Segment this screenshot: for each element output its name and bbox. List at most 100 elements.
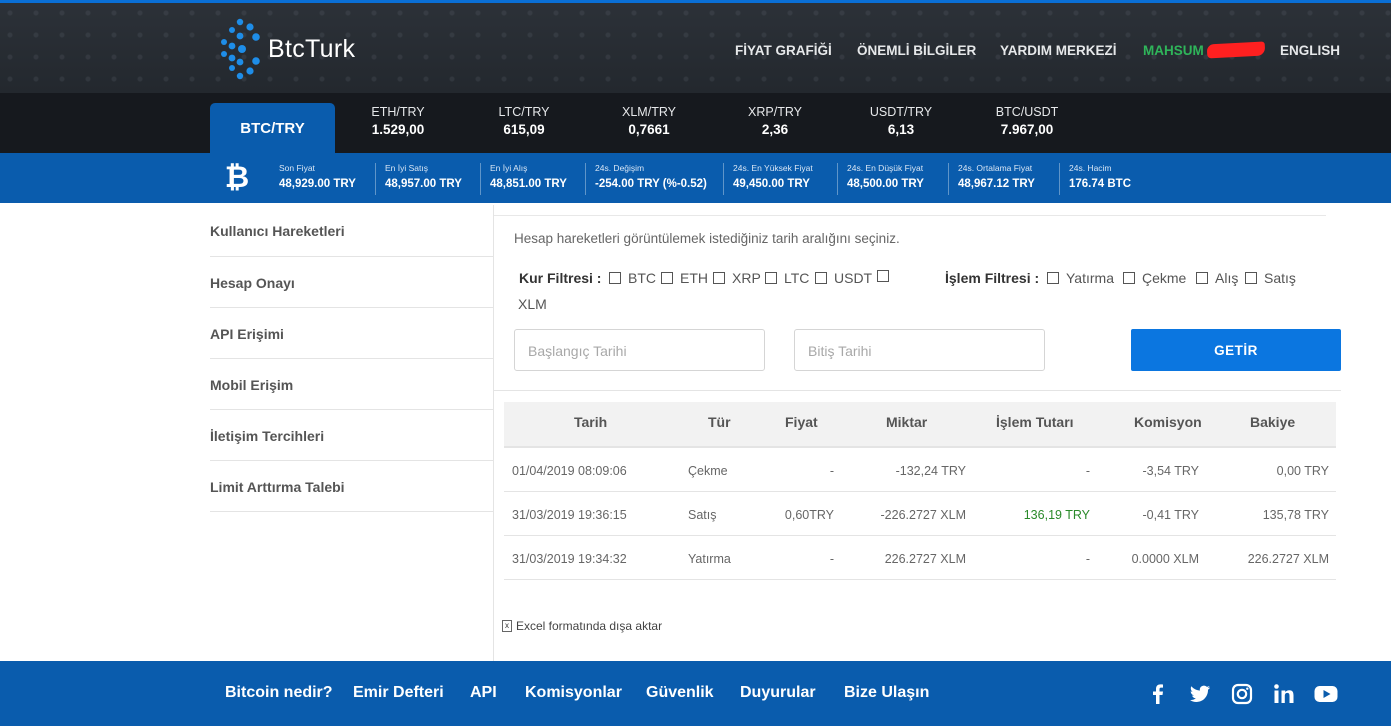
tx-checkbox-sell[interactable]: Satış <box>1245 270 1296 286</box>
divider <box>494 215 1326 216</box>
checkbox[interactable] <box>661 272 673 284</box>
pair-tab[interactable]: XLM/TRY 0,7661 <box>594 105 704 137</box>
fetch-button[interactable]: GETİR <box>1131 329 1341 371</box>
pair-tab[interactable]: LTC/TRY 615,09 <box>469 105 579 137</box>
stat-value: 176.74 BTC <box>1069 178 1132 190</box>
filter-intro-text: Hesap hareketleri görüntülemek istediğin… <box>514 231 900 246</box>
stat-24h-volume: 24s. Hacim 176.74 BTC <box>1059 163 1131 195</box>
footer-link-announcements[interactable]: Duyurular <box>740 684 816 702</box>
start-date-input[interactable]: Başlangıç Tarihi <box>514 329 765 371</box>
twitter-icon[interactable] <box>1187 681 1213 707</box>
currency-checkbox-ltc[interactable]: LTC <box>765 270 809 286</box>
btcturk-logo-icon <box>221 18 260 80</box>
cell-fee: -0,41 TRY <box>1142 508 1199 522</box>
cell-type: Çekme <box>688 464 728 478</box>
nav-user-name[interactable]: MAHSUM <box>1143 43 1204 58</box>
youtube-icon[interactable] <box>1313 681 1339 707</box>
checkbox[interactable] <box>877 270 889 282</box>
footer-link-api[interactable]: API <box>470 684 497 702</box>
checkbox[interactable] <box>1047 272 1059 284</box>
pair-name: XLM/TRY <box>622 105 676 119</box>
checkbox-label: XLM <box>518 296 547 312</box>
stat-value: 48,967.12 TRY <box>958 178 1035 190</box>
checkbox[interactable] <box>1196 272 1208 284</box>
checkbox[interactable] <box>765 272 777 284</box>
sidebar-divider <box>493 205 494 661</box>
end-date-input[interactable]: Bitiş Tarihi <box>794 329 1045 371</box>
account-sidebar: Kullanıcı Hareketleri Hesap Onayı API Er… <box>210 205 493 512</box>
nav-price-chart[interactable]: FİYAT GRAFİĞİ <box>735 43 832 58</box>
pair-tab[interactable]: BTC/USDT 7.967,00 <box>972 105 1082 137</box>
instagram-icon[interactable] <box>1229 681 1255 707</box>
excel-export-link[interactable]: x Excel formatında dışa aktar <box>502 619 662 633</box>
pair-tab[interactable]: ETH/TRY 1.529,00 <box>343 105 453 137</box>
stat-24h-average: 24s. Ortalama Fiyat 48,967.12 TRY <box>948 163 1035 195</box>
site-footer: Bitcoin nedir? Emir Defteri API Komisyon… <box>0 661 1391 726</box>
stat-label: 24s. Ortalama Fiyat <box>958 163 1033 173</box>
stat-best-bid: En İyi Alış 48,851.00 TRY <box>480 163 567 195</box>
sidebar-item-contact-preferences[interactable]: İletişim Tercihleri <box>210 410 493 461</box>
sidebar-item-user-transactions[interactable]: Kullanıcı Hareketleri <box>210 205 493 257</box>
sidebar-item-mobile-access[interactable]: Mobil Erişim <box>210 359 493 410</box>
pair-tab[interactable]: XRP/TRY 2,36 <box>720 105 830 137</box>
checkbox-label: USDT <box>834 270 873 286</box>
table-row: 31/03/2019 19:34:32 Yatırma - 226.2727 X… <box>504 536 1336 580</box>
footer-link-fees[interactable]: Komisyonlar <box>525 684 622 702</box>
checkbox-label: BTC <box>628 270 656 286</box>
checkbox[interactable] <box>815 272 827 284</box>
checkbox[interactable] <box>1123 272 1135 284</box>
table-header: Tarih Tür Fiyat Miktar İşlem Tutarı Komi… <box>504 402 1336 448</box>
brand-logo[interactable]: BtcTurk <box>210 16 370 82</box>
market-stats-bar: ₿ Son Fiyat 48,929.00 TRY En İyi Satış 4… <box>0 153 1391 203</box>
col-price: Fiyat <box>785 414 818 430</box>
cell-price: - <box>829 464 834 478</box>
cell-fee: 0.0000 XLM <box>1131 552 1199 566</box>
cell-total: - <box>1085 464 1090 478</box>
stat-value: 48,929.00 TRY <box>279 178 356 190</box>
checkbox-label: Alış <box>1215 270 1239 286</box>
cell-price: 0,60TRY <box>784 508 834 522</box>
cell-price: - <box>829 552 834 566</box>
cell-amount: 226.2727 XLM <box>884 552 966 566</box>
checkbox[interactable] <box>609 272 621 284</box>
stat-last-price: Son Fiyat 48,929.00 TRY <box>270 163 356 195</box>
nav-help-center[interactable]: YARDIM MERKEZİ <box>1000 43 1117 58</box>
tx-checkbox-deposit[interactable]: Yatırma <box>1047 270 1114 286</box>
footer-link-contact[interactable]: Bize Ulaşın <box>844 684 929 702</box>
col-type: Tür <box>708 414 731 430</box>
facebook-icon[interactable] <box>1145 681 1171 707</box>
tx-filter-label: İşlem Filtresi : <box>945 270 1040 286</box>
footer-link-security[interactable]: Güvenlik <box>646 684 714 702</box>
col-amount: Miktar <box>886 414 928 430</box>
currency-checkbox-eth[interactable]: ETH <box>661 270 708 286</box>
stat-label: 24s. En Yüksek Fiyat <box>733 163 813 173</box>
pair-name: BTC/USDT <box>995 105 1059 119</box>
stat-value: 49,450.00 TRY <box>733 178 810 190</box>
sidebar-item-api-access[interactable]: API Erişimi <box>210 308 493 359</box>
stat-label: 24s. Hacim <box>1069 163 1112 173</box>
stat-24h-low: 24s. En Düşük Fiyat 48,500.00 TRY <box>837 163 924 195</box>
sidebar-item-limit-increase[interactable]: Limit Arttırma Talebi <box>210 461 493 512</box>
sidebar-item-account-verification[interactable]: Hesap Onayı <box>210 257 493 308</box>
currency-checkbox-xlm[interactable] <box>877 270 896 282</box>
pair-tab[interactable]: USDT/TRY 6,13 <box>846 105 956 137</box>
currency-checkbox-usdt[interactable]: USDT <box>815 270 872 286</box>
stat-value: 48,500.00 TRY <box>847 178 924 190</box>
checkbox-label: ETH <box>680 270 708 286</box>
linkedin-icon[interactable] <box>1271 681 1297 707</box>
stat-label: En İyi Satış <box>385 163 428 173</box>
nav-language[interactable]: ENGLISH <box>1280 43 1340 58</box>
currency-checkbox-xrp[interactable]: XRP <box>713 270 761 286</box>
cell-balance: 226.2727 XLM <box>1247 552 1329 566</box>
footer-link-order-book[interactable]: Emir Defteri <box>353 684 444 702</box>
tx-checkbox-withdraw[interactable]: Çekme <box>1123 270 1186 286</box>
footer-link-what-is-bitcoin[interactable]: Bitcoin nedir? <box>225 684 333 702</box>
currency-checkbox-btc[interactable]: BTC <box>609 270 656 286</box>
pair-name: USDT/TRY <box>869 105 933 119</box>
checkbox[interactable] <box>1245 272 1257 284</box>
tx-checkbox-buy[interactable]: Alış <box>1196 270 1238 286</box>
nav-important-info[interactable]: ÖNEMLİ BİLGİLER <box>857 43 976 58</box>
pair-tab-active[interactable]: BTC/TRY <box>210 103 335 153</box>
cell-total: 136,19 TRY <box>1023 508 1090 522</box>
checkbox[interactable] <box>713 272 725 284</box>
